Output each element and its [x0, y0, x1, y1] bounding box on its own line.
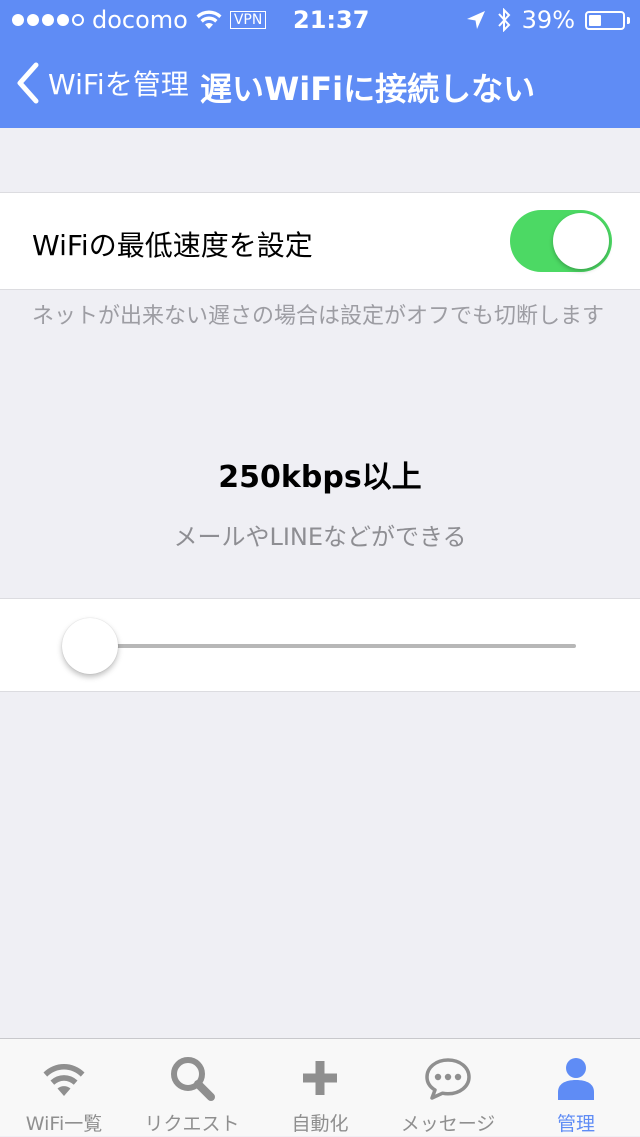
chevron-left-icon — [17, 62, 39, 104]
header: docomo VPN 21:37 39% WiFiを管理 遅いWiFiに接続しな… — [0, 0, 640, 128]
search-icon — [171, 1057, 215, 1101]
speed-slider-thumb[interactable] — [62, 618, 118, 674]
wifi-icon — [196, 10, 222, 29]
carrier-name: docomo — [92, 6, 188, 34]
min-speed-toggle-label: WiFiの最低速度を設定 — [32, 229, 313, 262]
plus-icon — [303, 1061, 337, 1095]
battery-tip — [627, 16, 630, 24]
disconnect-footnote: ネットが出来ない遅さの場合は設定がオフでも切断します — [32, 304, 605, 329]
min-speed-toggle[interactable] — [510, 210, 612, 272]
speed-slider-cell — [0, 598, 640, 692]
battery-percent: 39% — [521, 6, 575, 34]
tab-label: WiFi一覧 — [25, 1113, 103, 1135]
speed-slider-track[interactable] — [90, 644, 576, 648]
speed-threshold-description: メールやLINEなどができる — [173, 523, 467, 551]
battery-level — [589, 14, 601, 26]
tab-wifi-list[interactable]: WiFi一覧 — [0, 1039, 128, 1137]
navigation-bar: WiFiを管理 遅いWiFiに接続しない — [0, 40, 640, 128]
tab-messages[interactable]: メッセージ — [384, 1039, 512, 1137]
location-arrow-icon — [466, 11, 485, 29]
tab-automation[interactable]: 自動化 — [256, 1039, 384, 1137]
status-bar: docomo VPN 21:37 39% — [0, 0, 640, 40]
wifi-icon — [43, 1064, 85, 1096]
status-right: 39% — [466, 6, 630, 34]
status-left: docomo VPN — [12, 6, 267, 34]
bluetooth-icon — [497, 8, 511, 32]
tab-bar: WiFi一覧 リクエスト 自動化 メッセージ 管理 — [0, 1038, 640, 1136]
chat-bubble-icon — [425, 1058, 471, 1100]
tab-label: 管理 — [556, 1113, 595, 1135]
speed-threshold-value: 250kbps以上 — [218, 460, 422, 495]
tab-label: 自動化 — [291, 1113, 349, 1135]
back-button[interactable]: WiFiを管理 — [14, 58, 189, 108]
tab-label: リクエスト — [144, 1113, 240, 1135]
battery-icon — [585, 10, 625, 30]
tab-request[interactable]: リクエスト — [128, 1039, 256, 1137]
vpn-badge: VPN — [229, 11, 267, 29]
status-time: 21:37 — [293, 6, 370, 34]
page-title: 遅いWiFiに接続しない — [200, 70, 536, 108]
toggle-knob — [553, 213, 609, 269]
tab-label: メッセージ — [400, 1113, 496, 1135]
tab-manage[interactable]: 管理 — [512, 1039, 640, 1137]
min-speed-setting-cell: WiFiの最低速度を設定 — [0, 192, 640, 290]
back-button-label: WiFiを管理 — [48, 68, 189, 101]
person-icon — [558, 1058, 594, 1100]
signal-dots-icon — [12, 14, 84, 26]
